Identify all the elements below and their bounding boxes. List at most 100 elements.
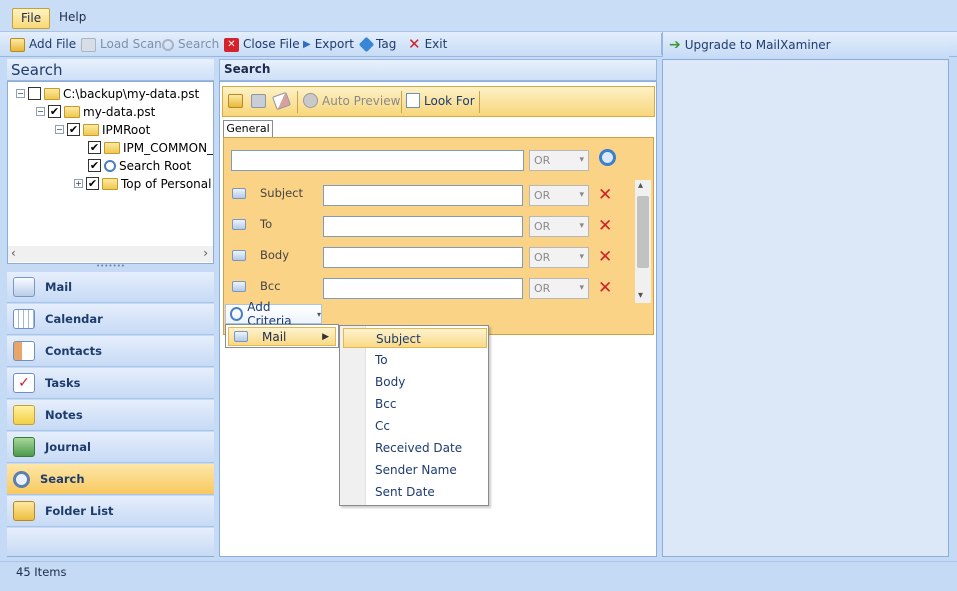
tree-node[interactable]: − ✔ IPMRoot (55, 121, 150, 138)
envelope-icon (234, 331, 248, 342)
eraser-icon[interactable] (272, 91, 291, 111)
x-icon: ✕ (408, 35, 421, 53)
tree-node[interactable]: + ✔ Top of Personal F (74, 175, 213, 192)
tree-node[interactable]: − ✔ my-data.pst (36, 103, 155, 120)
tab-general[interactable]: General (223, 120, 273, 137)
file-menu[interactable]: File (12, 8, 51, 29)
add-file-button[interactable]: Add File (10, 36, 76, 53)
dropdown-arrow-icon: ▾ (316, 309, 321, 319)
play-arrow-icon: ▶ (303, 39, 311, 50)
submenu-item-sender-name[interactable]: Sender Name (375, 460, 457, 480)
tree-node[interactable]: ✔ Search Root (88, 157, 191, 174)
envelope-icon (232, 250, 246, 261)
save-icon[interactable] (251, 94, 266, 108)
nav-footer (7, 528, 214, 557)
bcc-field[interactable] (323, 278, 523, 299)
menu-icon-strip (340, 326, 366, 505)
collapse-toggle[interactable]: − (36, 107, 45, 116)
open-icon[interactable] (228, 94, 243, 108)
expand-toggle[interactable]: + (74, 179, 83, 188)
operator-dropdown[interactable]: OR (529, 278, 589, 299)
remove-criteria-icon[interactable]: ✕ (598, 187, 612, 204)
scroll-thumb[interactable] (637, 196, 649, 268)
help-menu[interactable]: Help (51, 8, 94, 29)
operator-dropdown[interactable]: OR (529, 216, 589, 237)
tree-checkbox[interactable]: ✔ (67, 123, 80, 136)
collapse-toggle[interactable]: − (16, 89, 25, 98)
criteria-vertical-scrollbar[interactable]: ▴ ▾ (635, 180, 651, 303)
search-pane-title: Search (219, 59, 657, 81)
left-pane-title: Search (7, 59, 214, 81)
envelope-icon (232, 219, 246, 230)
green-arrow-icon: ➔ (669, 36, 681, 53)
menu-item-mail[interactable]: Mail ▶ (228, 327, 336, 346)
look-for-icon (406, 93, 420, 108)
envelope-icon (232, 188, 246, 199)
remove-criteria-icon[interactable]: ✕ (598, 218, 612, 235)
download-icon (81, 37, 96, 52)
preview-pane (662, 59, 949, 557)
tree-checkbox[interactable] (28, 87, 41, 100)
nav-calendar[interactable]: Calendar (7, 304, 214, 335)
search-go-icon[interactable] (599, 149, 616, 166)
tree-checkbox[interactable]: ✔ (88, 159, 101, 172)
toolbar-separator (297, 91, 298, 113)
splitter-handle[interactable]: ••••••• (7, 263, 214, 271)
operator-dropdown[interactable]: OR (529, 247, 589, 268)
submenu-item-body[interactable]: Body (375, 372, 405, 392)
remove-criteria-icon[interactable]: ✕ (598, 249, 612, 266)
scroll-left-icon[interactable]: ‹ (11, 246, 16, 260)
scroll-up-icon[interactable]: ▴ (638, 180, 643, 191)
search-icon (13, 470, 30, 488)
submenu-item-subject[interactable]: Subject (343, 328, 487, 348)
remove-criteria-icon[interactable]: ✕ (598, 280, 612, 297)
submenu-item-to[interactable]: To (375, 350, 388, 370)
auto-preview-button[interactable]: Auto Preview (303, 93, 400, 108)
status-bar: 45 Items (0, 561, 957, 591)
folder-list-icon (13, 501, 35, 521)
search-text-input[interactable] (231, 150, 524, 171)
nav-folder-list[interactable]: Folder List (7, 496, 214, 527)
nav-journal[interactable]: Journal (7, 432, 214, 463)
open-folder-icon (10, 37, 25, 52)
tag-button[interactable]: Tag (358, 36, 396, 53)
export-button[interactable]: ▶ Export (303, 36, 354, 53)
tree-node[interactable]: ✔ IPM_COMMON_ (88, 139, 213, 156)
collapse-toggle[interactable]: − (55, 125, 64, 134)
subject-field[interactable] (323, 185, 523, 206)
upgrade-button[interactable]: ➔ Upgrade to MailXaminer (662, 32, 949, 57)
tasks-icon: ✓ (13, 373, 35, 393)
nav-contacts[interactable]: Contacts (7, 336, 214, 367)
tree-horizontal-scrollbar[interactable]: ‹ › (8, 246, 213, 262)
tree-checkbox[interactable]: ✔ (86, 177, 99, 190)
mail-icon (13, 277, 35, 297)
operator-dropdown[interactable]: OR (529, 185, 589, 206)
search-button[interactable]: Search (162, 36, 219, 53)
tree-checkbox[interactable]: ✔ (48, 105, 61, 118)
nav-notes[interactable]: Notes (7, 400, 214, 431)
submenu-item-received-date[interactable]: Received Date (375, 438, 462, 458)
scroll-right-icon[interactable]: › (203, 246, 208, 260)
submenu-item-sent-date[interactable]: Sent Date (375, 482, 435, 502)
nav-tasks[interactable]: ✓ Tasks (7, 368, 214, 399)
submenu-item-cc[interactable]: Cc (375, 416, 390, 436)
nav-mail[interactable]: Mail (7, 272, 214, 303)
folder-icon (104, 141, 120, 154)
operator-dropdown[interactable]: OR (529, 150, 589, 171)
load-scan-button[interactable]: Load Scan (81, 36, 162, 53)
look-for-button[interactable]: Look For (406, 93, 475, 108)
submenu-item-bcc[interactable]: Bcc (375, 394, 396, 414)
folder-icon (83, 123, 99, 136)
exit-button[interactable]: ✕ Exit (408, 36, 447, 53)
item-count: 45 Items (16, 565, 67, 579)
tree-checkbox[interactable]: ✔ (88, 141, 101, 154)
nav-search[interactable]: Search (7, 464, 214, 495)
tree-node[interactable]: − C:\backup\my-data.pst (16, 85, 199, 102)
mail-criteria-submenu: Subject To Body Bcc Cc Received Date Sen… (339, 325, 489, 506)
scroll-down-icon[interactable]: ▾ (638, 290, 643, 301)
body-field[interactable] (323, 247, 523, 268)
submenu-arrow-icon: ▶ (322, 331, 329, 342)
to-field[interactable] (323, 216, 523, 237)
close-file-button[interactable]: ✕ Close File (224, 36, 300, 53)
add-criteria-button[interactable]: Add Criteria ▾ (225, 300, 322, 328)
